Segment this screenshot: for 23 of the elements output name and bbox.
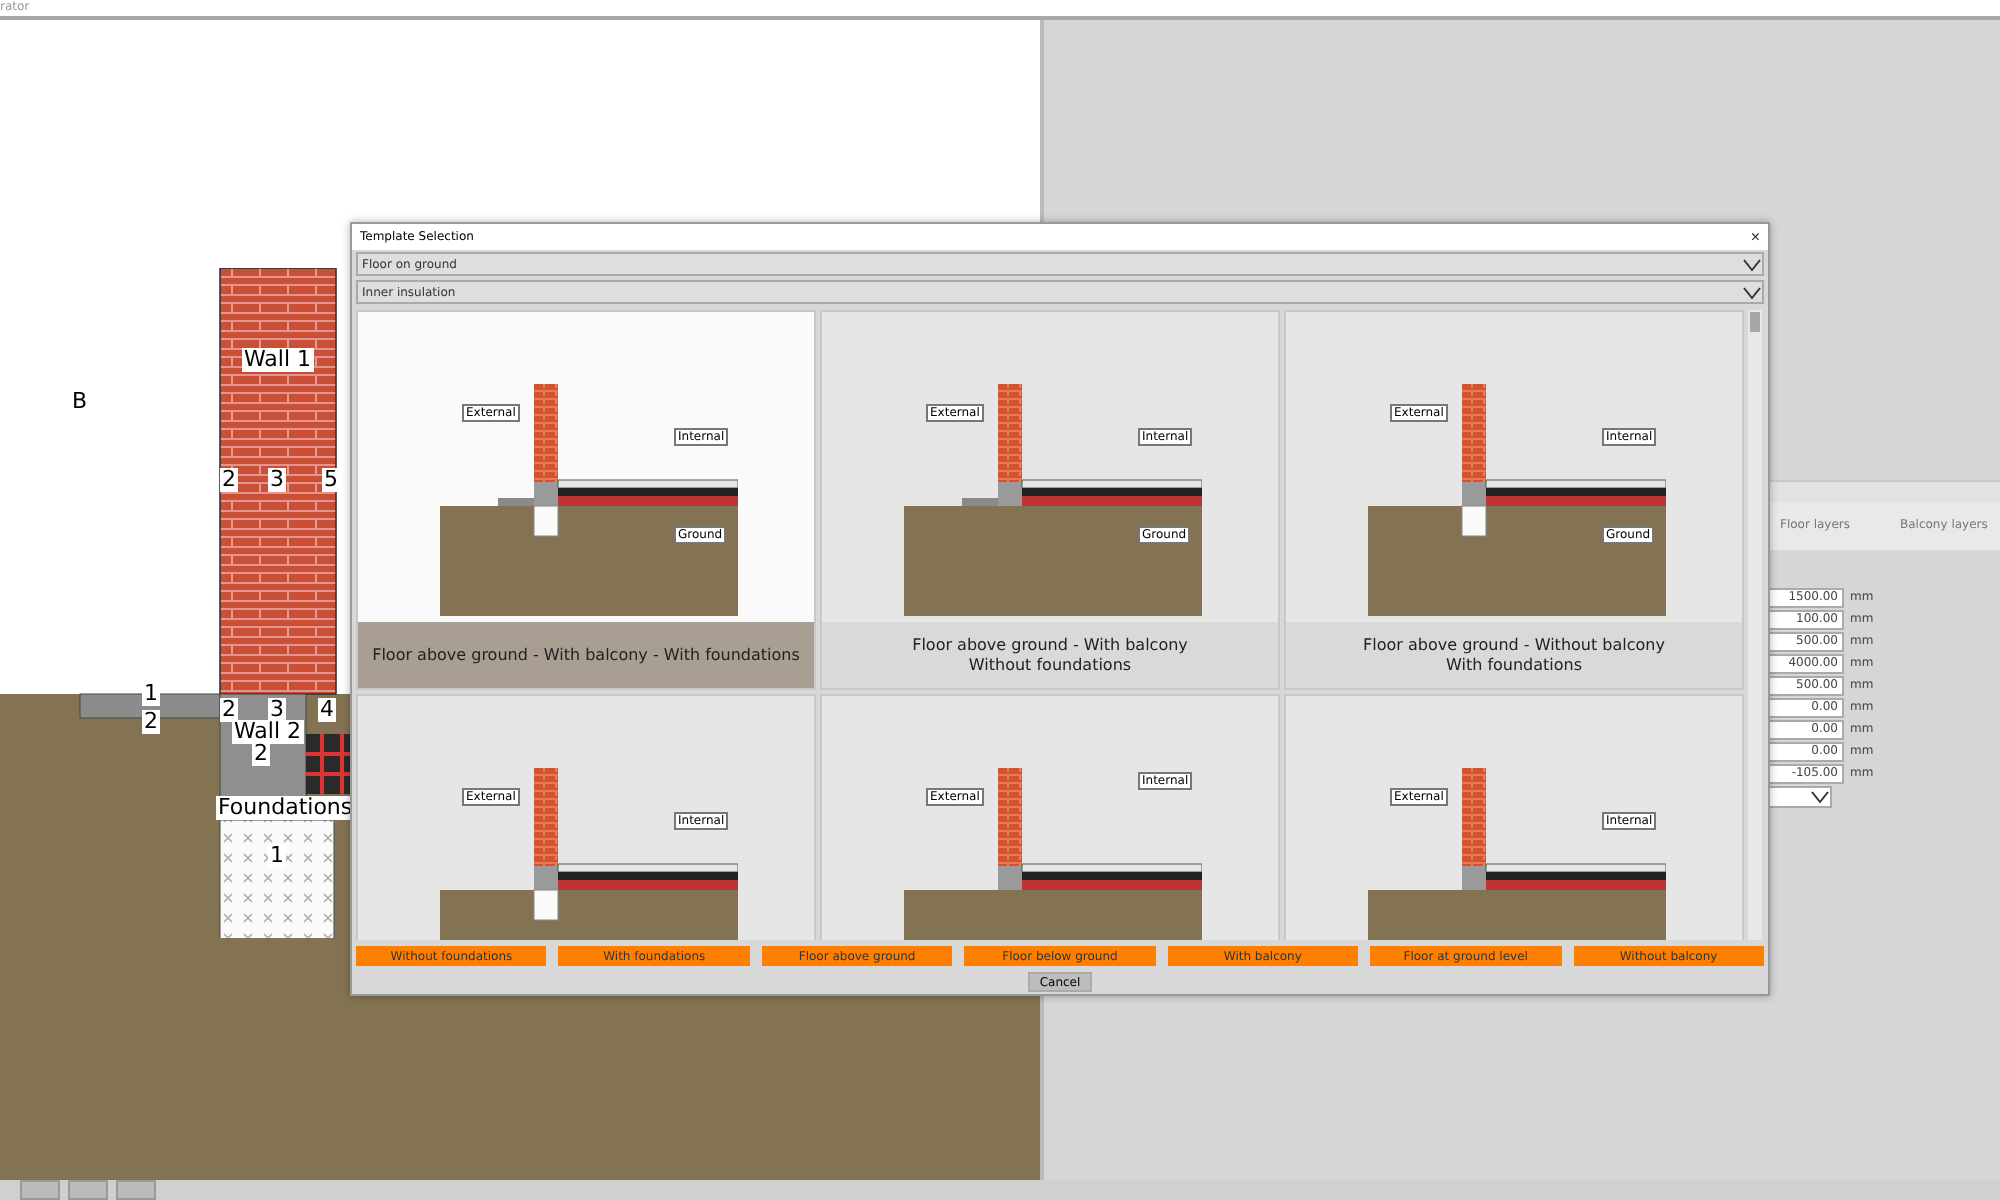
canvas-label: 1 [142,682,160,706]
toolbar-button[interactable] [68,1180,108,1200]
canvas-label: Wall 2 [232,720,304,744]
canvas-label: 2 [252,742,270,766]
canvas-label: 2 [220,698,238,722]
canvas-label: B [70,390,90,414]
template-caption: Floor above ground - With balcony - With foundations [358,622,814,688]
canvas-label: Foundations [216,796,355,820]
canvas-label: 4 [318,698,336,722]
toolbar-button[interactable] [20,1180,60,1200]
canvas-label: 5 [322,468,340,492]
template-caption: Floor above ground - With balcony Without foundations [822,622,1278,688]
scrollbar[interactable] [1748,310,1762,940]
canvas-label: 2 [142,710,160,734]
canvas-label: Wall 1 [242,348,314,372]
close-button[interactable]: × [1750,229,1760,245]
canvas-label: 3 [268,698,286,722]
canvas-label: 2 [220,468,238,492]
template-caption: Floor above ground - Without balcony With foundations [1286,622,1742,688]
chevron-down-icon [1810,788,1830,806]
canvas-label: 3 [268,468,286,492]
toolbar-button[interactable] [116,1180,156,1200]
canvas-label: 1 [268,844,286,868]
